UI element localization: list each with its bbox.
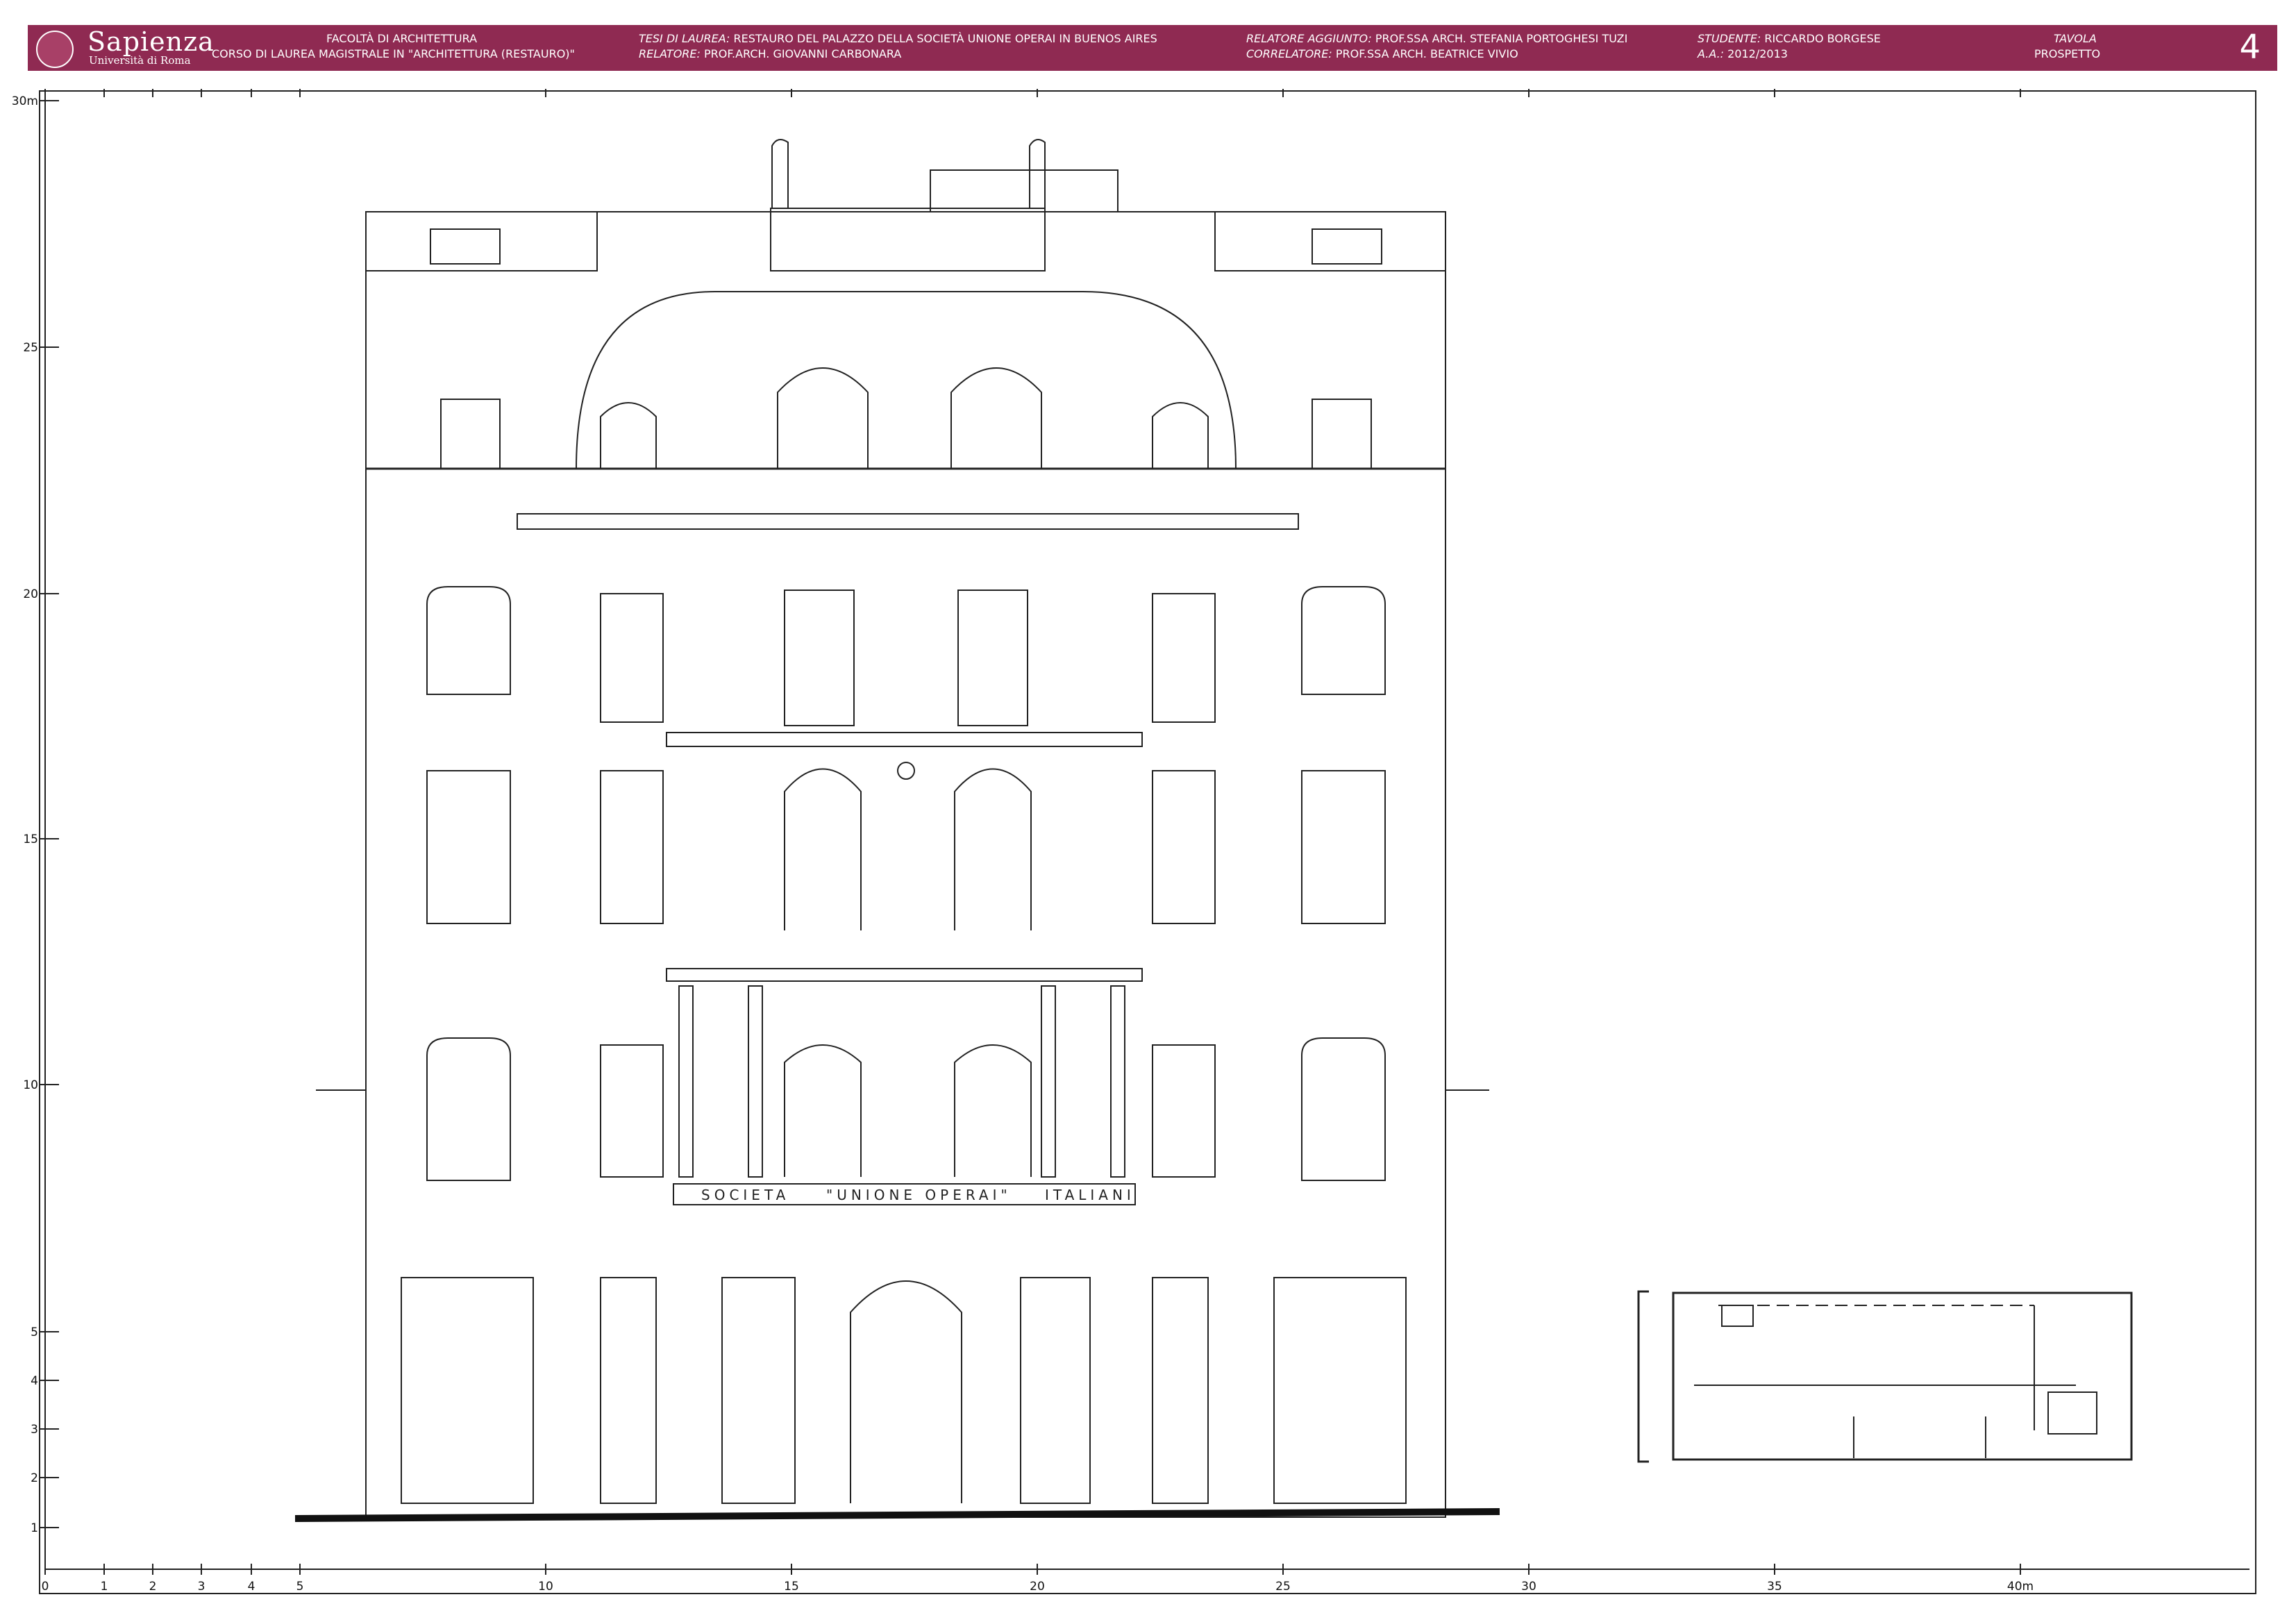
central-dome-arch — [576, 291, 1237, 469]
x-tick-label-2: 2 — [149, 1580, 157, 1594]
y-tick-label-9: 1 — [31, 1521, 38, 1535]
left-bay-window-low — [426, 1037, 511, 1181]
dormer-window-1 — [777, 367, 869, 469]
sign-unione-operai: "UNIONE OPERAI" — [826, 1187, 1012, 1203]
ground-door-4 — [1020, 1277, 1091, 1504]
piano-nobile-arch-2 — [954, 1044, 1032, 1177]
dormer-window-2 — [950, 367, 1042, 469]
tower-left-finial — [771, 139, 789, 208]
mansard-parapet — [366, 212, 1446, 271]
dormer-window-right — [1152, 402, 1209, 469]
loggia-arch-1 — [784, 768, 862, 930]
sign-italiani: ITALIANI — [1045, 1187, 1135, 1203]
right-bay-window-top — [1301, 586, 1386, 695]
ground-pier-left — [600, 1277, 657, 1504]
left-balustrade — [430, 228, 501, 265]
main-cornice — [517, 513, 1299, 530]
x-tick-label-0: 0 — [42, 1580, 49, 1594]
y-tick-label-5: 5 — [31, 1326, 38, 1339]
y-tick-label-3: 15 — [23, 833, 38, 846]
y-tick-label-7: 3 — [31, 1423, 38, 1437]
x-scale-ticks: 0 1 2 3 4 5 10 15 20 25 30 35 40m — [42, 89, 2034, 1594]
left-bay-window-top — [426, 586, 511, 695]
column-1 — [678, 985, 694, 1178]
column-3 — [1041, 985, 1056, 1178]
facade-outline — [365, 211, 1446, 1518]
tower-right-finial — [1029, 139, 1046, 208]
central-window-top-1 — [784, 590, 855, 726]
facade-elevation-drawing: 0 1 2 3 4 5 10 15 20 25 30 35 40m 30m 25 20 15 10 5 4 3 2 1 — [12, 89, 2249, 1594]
sign-societa: SOCIETA — [701, 1187, 789, 1203]
mansard-window-right — [1312, 399, 1372, 469]
x-tick-label-7: 15 — [784, 1580, 799, 1594]
facade — [316, 139, 1489, 1518]
x-tick-label-6: 10 — [538, 1580, 553, 1594]
right-bay-window-mid — [1301, 770, 1386, 924]
central-window-top-2 — [957, 590, 1028, 726]
main-entrance-arch — [850, 1280, 962, 1503]
scale-axes — [44, 97, 2249, 1570]
y-tick-label-6: 4 — [31, 1374, 38, 1388]
right-bay-window-low — [1301, 1037, 1386, 1181]
key-plan-room-1 — [1721, 1305, 1754, 1327]
x-tick-label-12: 40m — [2007, 1580, 2034, 1594]
ground-pier-right — [1152, 1277, 1209, 1504]
loggia-arch-2 — [954, 768, 1032, 930]
y-tick-label-0: 30m — [12, 94, 38, 108]
column-4 — [1110, 985, 1125, 1178]
column-2 — [748, 985, 763, 1178]
ground-door-2 — [721, 1277, 796, 1504]
x-tick-label-9: 25 — [1275, 1580, 1291, 1594]
inner-left-window-low — [600, 1044, 664, 1178]
balcony-slab — [666, 968, 1143, 982]
inner-left-window-mid — [600, 770, 664, 924]
x-tick-label-4: 4 — [248, 1580, 255, 1594]
ground-door-left — [401, 1277, 534, 1504]
y-tick-label-4: 10 — [23, 1078, 38, 1092]
x-tick-label-11: 35 — [1767, 1580, 1782, 1594]
rear-volume — [930, 169, 1118, 212]
loggia-cornice — [666, 732, 1143, 747]
inner-right-window-mid — [1152, 770, 1216, 924]
key-plan-section-mark — [1637, 1290, 1649, 1463]
mansard-window-left — [440, 399, 501, 469]
inner-right-window-low — [1152, 1044, 1216, 1178]
oculus — [897, 762, 915, 780]
left-bay-window-mid — [426, 770, 511, 924]
x-tick-label-5: 5 — [296, 1580, 304, 1594]
y-scale-ticks: 30m 25 20 15 10 5 4 3 2 1 — [12, 94, 59, 1535]
inner-right-window-top — [1152, 593, 1216, 723]
right-balustrade — [1312, 228, 1382, 265]
y-tick-label-2: 20 — [23, 587, 38, 601]
key-plan — [1637, 1290, 2133, 1463]
piano-nobile-arch-1 — [784, 1044, 862, 1177]
central-attic — [770, 208, 1046, 271]
key-plan-room-2 — [2047, 1391, 2097, 1435]
dormer-window-left — [600, 402, 657, 469]
columns — [678, 985, 1125, 1178]
y-tick-label-1: 25 — [23, 341, 38, 355]
x-tick-label-10: 30 — [1521, 1580, 1536, 1594]
inner-left-window-top — [600, 593, 664, 723]
ground-door-right — [1273, 1277, 1407, 1504]
x-tick-label-1: 1 — [101, 1580, 108, 1594]
x-tick-label-3: 3 — [198, 1580, 206, 1594]
y-tick-label-8: 2 — [31, 1471, 38, 1485]
x-tick-label-8: 20 — [1030, 1580, 1045, 1594]
